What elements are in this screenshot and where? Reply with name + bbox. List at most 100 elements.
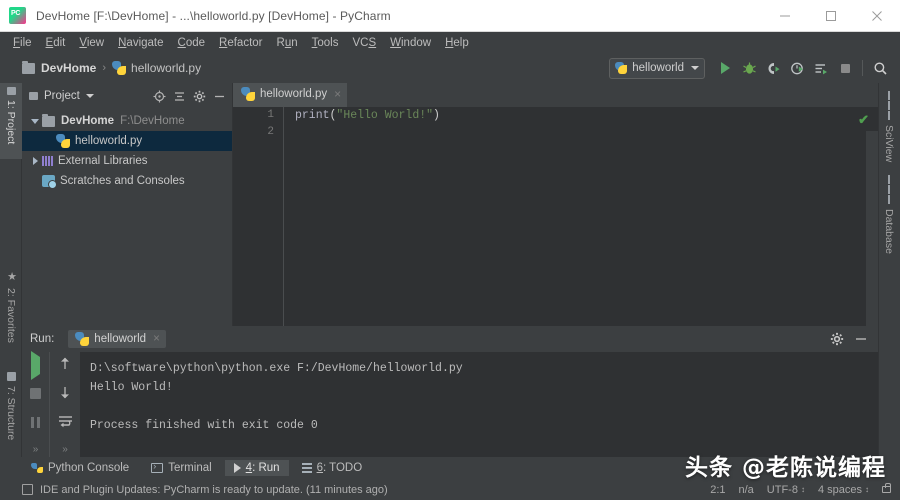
tree-node-helloworld[interactable]: helloworld.py <box>22 131 232 151</box>
minimize-icon[interactable] <box>762 0 808 32</box>
chevrons-right-icon[interactable]: » <box>33 444 39 455</box>
project-panel: Project DevHome F:\DevHome helloworld.py… <box>22 83 233 326</box>
locate-icon[interactable] <box>150 87 168 105</box>
project-icon <box>29 92 38 100</box>
encoding-label: UTF-8 <box>766 483 798 496</box>
twisty-expanded-icon[interactable] <box>28 118 42 124</box>
menu-code[interactable]: Code <box>171 36 213 50</box>
green-check-icon[interactable]: ✔ <box>858 112 869 128</box>
breadcrumb-item-project[interactable]: DevHome <box>22 60 96 75</box>
run-configuration-selector[interactable]: helloworld <box>609 57 705 79</box>
terminal-icon <box>151 461 164 473</box>
code-area[interactable]: 1 2 print("Hello World!") ✔ <box>233 107 878 350</box>
menu-run[interactable]: Run <box>270 36 305 50</box>
code-text[interactable]: print("Hello World!") <box>285 107 878 326</box>
bottom-tool-bar: Python Console Terminal 4: Run 6: TODO <box>0 457 900 479</box>
menu-vcs[interactable]: VCS <box>345 36 383 50</box>
sidebar-item-sciview-label: SciView <box>883 125 895 163</box>
structure-icon <box>6 372 16 381</box>
sidebar-item-structure-label: 7: Structure <box>5 386 17 441</box>
line-separator[interactable]: n/a <box>739 484 754 496</box>
encoding-selector[interactable]: UTF-8 ↕ <box>767 484 805 496</box>
python-file-icon <box>241 87 255 101</box>
stop-button[interactable] <box>30 386 41 404</box>
menu-refactor[interactable]: Refactor <box>212 36 269 50</box>
close-icon[interactable] <box>854 0 900 32</box>
menu-help[interactable]: Help <box>438 36 476 50</box>
run-with-console-button[interactable] <box>809 57 833 79</box>
sidebar-item-structure[interactable]: 7: Structure <box>0 368 22 456</box>
breadcrumb-item-file[interactable]: helloworld.py <box>112 61 201 75</box>
menu-file[interactable]: File <box>6 36 39 50</box>
menu-view[interactable]: View <box>72 36 111 50</box>
library-icon <box>42 156 53 166</box>
menu-navigate[interactable]: Navigate <box>111 36 170 50</box>
collapse-all-icon[interactable] <box>170 87 188 105</box>
tree-node-scratches[interactable]: Scratches and Consoles <box>22 171 232 191</box>
pause-button[interactable] <box>30 415 41 433</box>
sidebar-item-project[interactable]: 1: Project <box>0 83 22 159</box>
editor-tab-helloworld[interactable]: helloworld.py × <box>233 83 348 107</box>
indent-selector[interactable]: 4 spaces ↕ <box>818 484 869 496</box>
run-console-output[interactable]: D:\software\python\python.exe F:/DevHome… <box>80 352 878 457</box>
menu-edit[interactable]: Edit <box>39 36 73 50</box>
console-exit-message: Process finished with exit code 0 <box>90 419 318 432</box>
breadcrumb-file-label: helloworld.py <box>131 61 202 75</box>
todo-list-icon <box>301 463 312 473</box>
menu-tools[interactable]: Tools <box>305 36 346 50</box>
python-file-icon <box>615 62 628 74</box>
navigation-bar: DevHome › helloworld.py helloworld <box>0 53 900 83</box>
breadcrumb: DevHome › helloworld.py <box>22 60 201 75</box>
debug-button[interactable] <box>737 57 761 79</box>
search-everywhere-button[interactable] <box>868 57 892 79</box>
bottom-tab-python-console[interactable]: Python Console <box>22 460 138 476</box>
sidebar-item-sciview[interactable]: SciView <box>878 87 900 162</box>
lock-icon[interactable] <box>882 483 891 493</box>
chevron-down-icon <box>691 66 699 70</box>
rerun-button[interactable] <box>31 351 40 380</box>
status-message[interactable]: IDE and Plugin Updates: PyCharm is ready… <box>40 484 388 496</box>
sidebar-item-database[interactable]: Database <box>878 171 900 254</box>
sidebar-item-favorites[interactable]: ★ 2: Favorites <box>0 266 22 354</box>
bottom-tab-terminal[interactable]: Terminal <box>142 460 220 476</box>
arrow-down-icon[interactable] <box>59 386 71 404</box>
pycharm-window: DevHome [F:\DevHome] - ...\helloworld.py… <box>0 0 900 500</box>
settings-gear-icon[interactable] <box>190 87 208 105</box>
maximize-icon[interactable] <box>808 0 854 32</box>
arrow-up-icon[interactable] <box>59 357 71 375</box>
notification-icon[interactable] <box>22 484 33 495</box>
project-panel-title: Project <box>44 90 80 102</box>
run-tool-window-header: Run: helloworld × <box>22 326 878 352</box>
close-icon[interactable]: × <box>334 87 341 101</box>
chevron-updown-icon: ↕ <box>800 484 805 494</box>
run-tool-buttons-secondary: » <box>50 352 80 457</box>
editor-scrollbar[interactable] <box>866 131 878 350</box>
chevrons-right-icon-2[interactable]: » <box>62 444 68 455</box>
bottom-tab-todo[interactable]: 6: TODO <box>293 460 372 476</box>
hide-panel-icon[interactable] <box>852 330 870 348</box>
twisty-collapsed-icon[interactable] <box>28 157 42 165</box>
soft-wrap-icon[interactable] <box>58 415 73 433</box>
settings-gear-icon[interactable] <box>828 330 846 348</box>
run-panel-label: Run: <box>30 333 55 345</box>
tree-node-devhome[interactable]: DevHome F:\DevHome <box>22 111 232 131</box>
bottom-tab-run[interactable]: 4: Run <box>224 460 289 476</box>
caret-position[interactable]: 2:1 <box>710 484 725 496</box>
menu-window[interactable]: Window <box>383 36 438 50</box>
run-tool-window-body: » » D:\software\python\python.exe F:/Dev… <box>22 351 878 457</box>
bottom-tab-run-label: : Run <box>252 462 280 474</box>
tree-node-helloworld-label: helloworld.py <box>75 135 143 147</box>
project-panel-header: Project <box>22 83 232 109</box>
profile-button[interactable] <box>785 57 809 79</box>
run-button[interactable] <box>713 57 737 79</box>
close-icon[interactable]: × <box>153 333 160 345</box>
python-file-icon <box>112 61 127 75</box>
tree-node-external-libraries[interactable]: External Libraries <box>22 151 232 171</box>
hide-icon[interactable] <box>210 87 228 105</box>
sciview-icon <box>888 91 890 120</box>
run-with-coverage-button[interactable] <box>761 57 785 79</box>
scratches-icon <box>42 175 57 189</box>
run-tab-helloworld[interactable]: helloworld × <box>68 330 166 348</box>
chevron-down-icon[interactable] <box>85 94 94 98</box>
stop-button[interactable] <box>833 57 857 79</box>
